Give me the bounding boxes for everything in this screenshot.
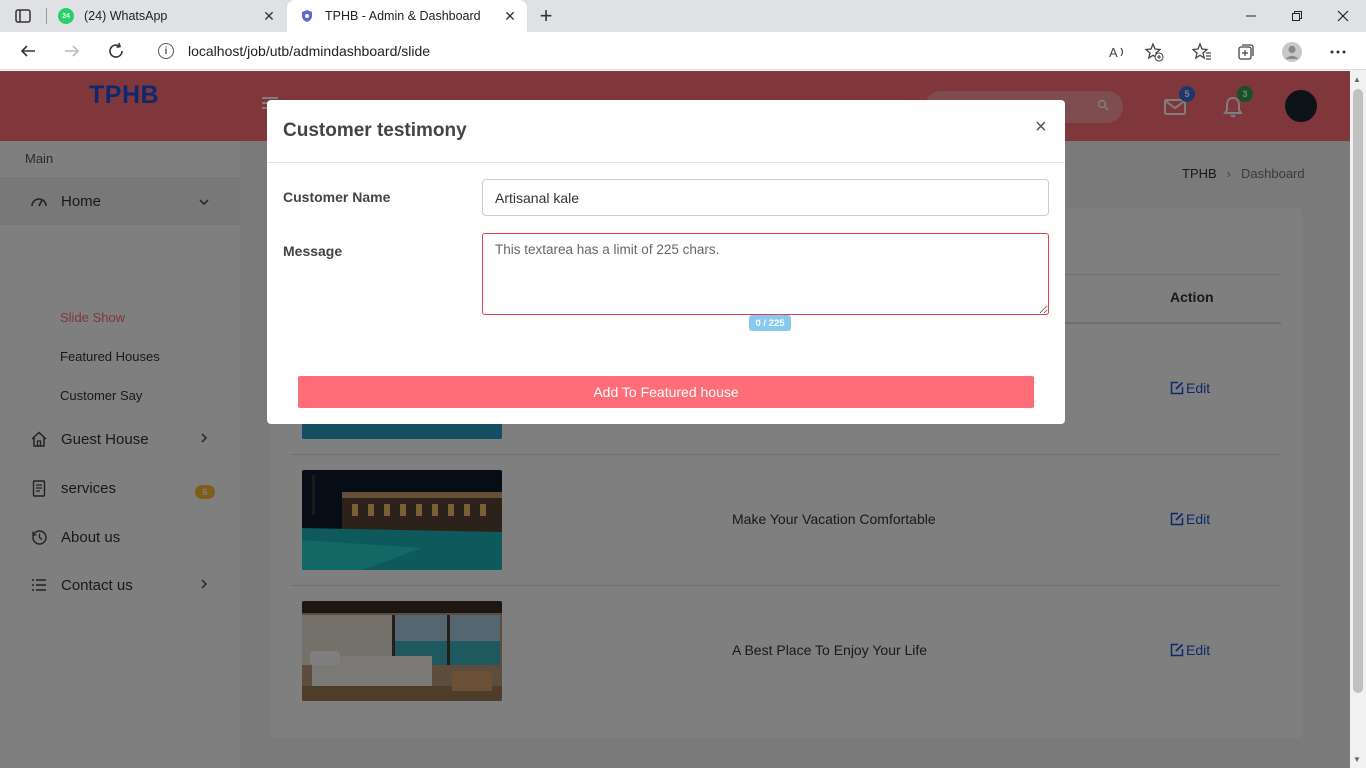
tab-actions-icon[interactable] xyxy=(14,7,32,25)
browser-tab-bar: 24 (24) WhatsApp ✕ TPHB - Admin & Dashbo… xyxy=(0,0,1366,32)
shield-favicon-icon xyxy=(299,8,315,24)
url-field[interactable]: i localhost/job/utb/admindashboard/slide xyxy=(146,36,1176,66)
customer-testimony-modal: Customer testimony × Customer Name Messa… xyxy=(267,100,1065,424)
modal-header: Customer testimony × xyxy=(267,100,1065,163)
modal-title: Customer testimony xyxy=(283,120,467,141)
customer-name-label: Customer Name xyxy=(283,189,391,205)
profile-icon[interactable] xyxy=(1281,41,1303,63)
add-to-featured-house-button[interactable]: Add To Featured house xyxy=(298,376,1034,408)
tab-close-icon[interactable]: ✕ xyxy=(499,8,521,25)
svg-text:A: A xyxy=(1109,45,1118,60)
add-favorite-icon[interactable] xyxy=(1143,41,1165,63)
restore-icon[interactable] xyxy=(1274,0,1320,32)
close-icon[interactable]: × xyxy=(1035,116,1047,139)
site-info-icon[interactable]: i xyxy=(158,43,174,59)
tab-title: (24) WhatsApp xyxy=(84,9,168,23)
scroll-up-arrow-icon[interactable]: ▲ xyxy=(1353,75,1361,84)
scroll-down-arrow-icon[interactable]: ▼ xyxy=(1353,755,1361,764)
customer-name-input[interactable] xyxy=(482,179,1049,216)
favorites-icon[interactable] xyxy=(1191,41,1213,63)
more-options-icon[interactable] xyxy=(1327,41,1349,63)
whatsapp-icon: 24 xyxy=(58,8,74,24)
page-viewport: TPHB 5 3 Main Home Slide Show xyxy=(0,71,1350,768)
scrollbar-thumb[interactable] xyxy=(1353,89,1363,693)
message-label: Message xyxy=(283,243,343,259)
tab-close-icon[interactable]: ✕ xyxy=(258,8,280,25)
page-scrollbar[interactable]: ▲ ▼ xyxy=(1350,71,1366,768)
tab-tphb-admin[interactable]: TPHB - Admin & Dashboard ✕ xyxy=(287,0,527,32)
minimize-icon[interactable] xyxy=(1228,0,1274,32)
refresh-icon[interactable] xyxy=(104,39,128,63)
read-aloud-icon[interactable]: A xyxy=(1107,41,1129,63)
close-window-icon[interactable] xyxy=(1320,0,1366,32)
forward-arrow-icon[interactable] xyxy=(60,39,84,63)
tab-whatsapp[interactable]: 24 (24) WhatsApp ✕ xyxy=(46,0,286,32)
url-text: localhost/job/utb/admindashboard/slide xyxy=(188,43,431,59)
back-arrow-icon[interactable] xyxy=(16,39,40,63)
new-tab-button[interactable]: + xyxy=(534,4,558,28)
tab-title: TPHB - Admin & Dashboard xyxy=(325,9,481,23)
char-counter-badge: 0 / 225 xyxy=(749,315,791,331)
message-textarea[interactable] xyxy=(482,233,1049,315)
browser-address-bar: i localhost/job/utb/admindashboard/slide… xyxy=(0,32,1366,70)
collections-icon[interactable] xyxy=(1235,41,1257,63)
